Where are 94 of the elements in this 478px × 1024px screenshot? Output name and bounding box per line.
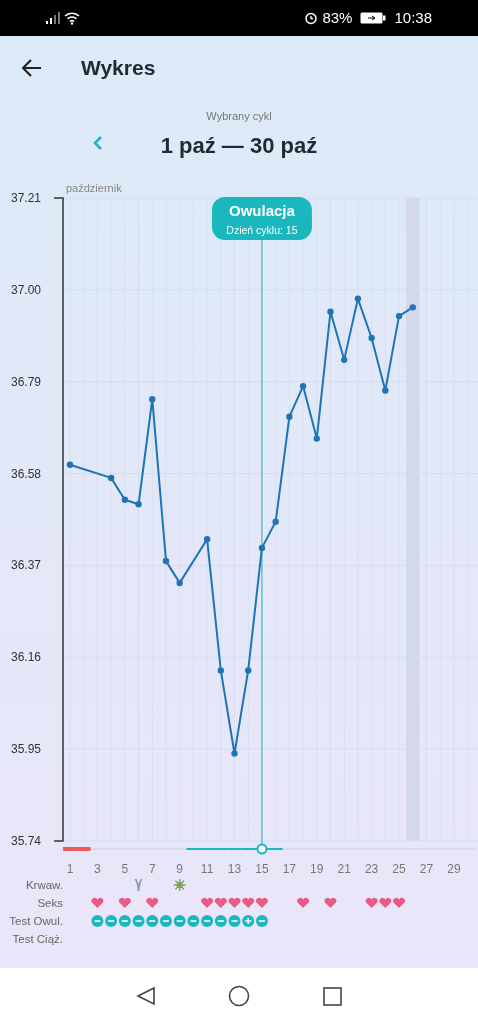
clock: 10:38: [394, 7, 432, 28]
battery-percent: 83%: [322, 7, 353, 28]
axis-label: 37.21: [11, 190, 42, 205]
data-point: [203, 535, 211, 542]
data-point: [176, 579, 183, 586]
heart-icon: [393, 897, 405, 908]
heart-icon: [146, 897, 159, 908]
axis-label: 35.74: [11, 833, 42, 848]
data-point: [107, 474, 115, 481]
axis-label: 29: [447, 861, 461, 876]
data-point: [409, 303, 416, 311]
back-arrow-icon: [22, 59, 42, 77]
data-point: [327, 308, 334, 315]
recents-nav-icon[interactable]: [322, 986, 342, 1006]
axis-label: 11: [200, 861, 214, 876]
axis-label: 35.95: [11, 741, 42, 756]
data-point: [368, 334, 375, 341]
data-point: [341, 356, 348, 363]
heart-icon: [201, 897, 213, 908]
axis-label: 19: [310, 861, 324, 876]
data-point: [382, 386, 389, 394]
ovulation-tooltip: Owulacja Dzień cyklu: 15: [211, 196, 312, 240]
minus-circle-icon: [255, 914, 268, 927]
axis-label: 3: [94, 861, 101, 876]
back-nav-icon[interactable]: [136, 986, 157, 1006]
data-point: [395, 312, 403, 319]
data-point: [272, 518, 279, 525]
axis-label: 36.58: [11, 466, 42, 481]
heart-icon: [324, 897, 337, 908]
cycle-range: 1 paź — 30 paź: [160, 131, 318, 160]
data-point: [121, 496, 129, 503]
axis-label: 15: [255, 861, 269, 876]
signal-icon: [46, 12, 60, 24]
minus-circle-icon: [132, 914, 145, 927]
heart-icon: [228, 897, 241, 908]
data-point: [217, 666, 224, 674]
data-point: [258, 544, 266, 551]
minus-circle-icon: [187, 914, 200, 927]
heart-icon: [242, 897, 255, 908]
data-point: [231, 749, 238, 757]
axis-label: 5: [121, 861, 129, 876]
cycle-caption: Wybrany cykl: [206, 109, 272, 124]
minus-circle-icon: [173, 914, 186, 927]
data-point: [135, 500, 142, 507]
chevron-left-icon: [93, 134, 103, 151]
heart-icon: [256, 897, 268, 908]
minus-circle-icon: [146, 914, 159, 927]
page-title: Wykres: [81, 55, 156, 82]
row-label: Krwaw.: [25, 878, 63, 891]
axis-label: 36.37: [11, 557, 42, 572]
heart-icon: [118, 897, 131, 908]
axis-label: 36.16: [11, 649, 42, 664]
data-point: [286, 413, 293, 420]
alarm-icon: [304, 11, 319, 25]
row-label: Test Ciąż.: [12, 932, 63, 945]
axis-label: 1: [66, 861, 74, 876]
heart-icon: [379, 897, 392, 908]
month-label: październik: [66, 182, 122, 194]
data-point: [66, 461, 74, 468]
ovulation-marker: [256, 843, 268, 854]
axis-label: 27: [419, 861, 434, 876]
data-point: [162, 557, 170, 564]
minus-circle-icon: [214, 914, 227, 927]
minus-circle-icon: [159, 914, 172, 927]
sun-icon: [173, 877, 187, 892]
data-point: [149, 395, 156, 402]
minus-circle-icon: [118, 914, 131, 927]
heart-icon: [365, 897, 378, 908]
minus-circle-icon: [201, 914, 214, 927]
axis-label: 21: [337, 861, 351, 876]
data-point: [245, 666, 252, 674]
axis-label: 17: [282, 861, 297, 876]
row-label: Seks: [37, 896, 63, 909]
axis-label: 37.00: [11, 282, 42, 297]
wifi-icon: [64, 11, 80, 25]
axis-label: 25: [392, 861, 406, 876]
axis-label: 7: [148, 861, 156, 876]
plus-circle-icon: [242, 914, 255, 927]
heart-icon: [214, 897, 227, 908]
heart-icon: [297, 897, 309, 908]
minus-circle-icon: [228, 914, 241, 927]
heart-icon: [91, 897, 104, 908]
data-point: [354, 294, 362, 302]
home-nav-icon[interactable]: [228, 985, 251, 1007]
data-point: [313, 434, 320, 442]
axis-label: 13: [227, 861, 242, 876]
axis-label: 23: [364, 861, 379, 876]
row-label: Test Owul.: [9, 914, 63, 927]
data-point: [299, 382, 307, 389]
minus-circle-icon: [91, 914, 104, 927]
battery-icon: [360, 12, 387, 24]
axis-label: 9: [176, 861, 184, 876]
minus-circle-icon: [105, 914, 118, 927]
axis-label: 36.79: [11, 374, 42, 389]
